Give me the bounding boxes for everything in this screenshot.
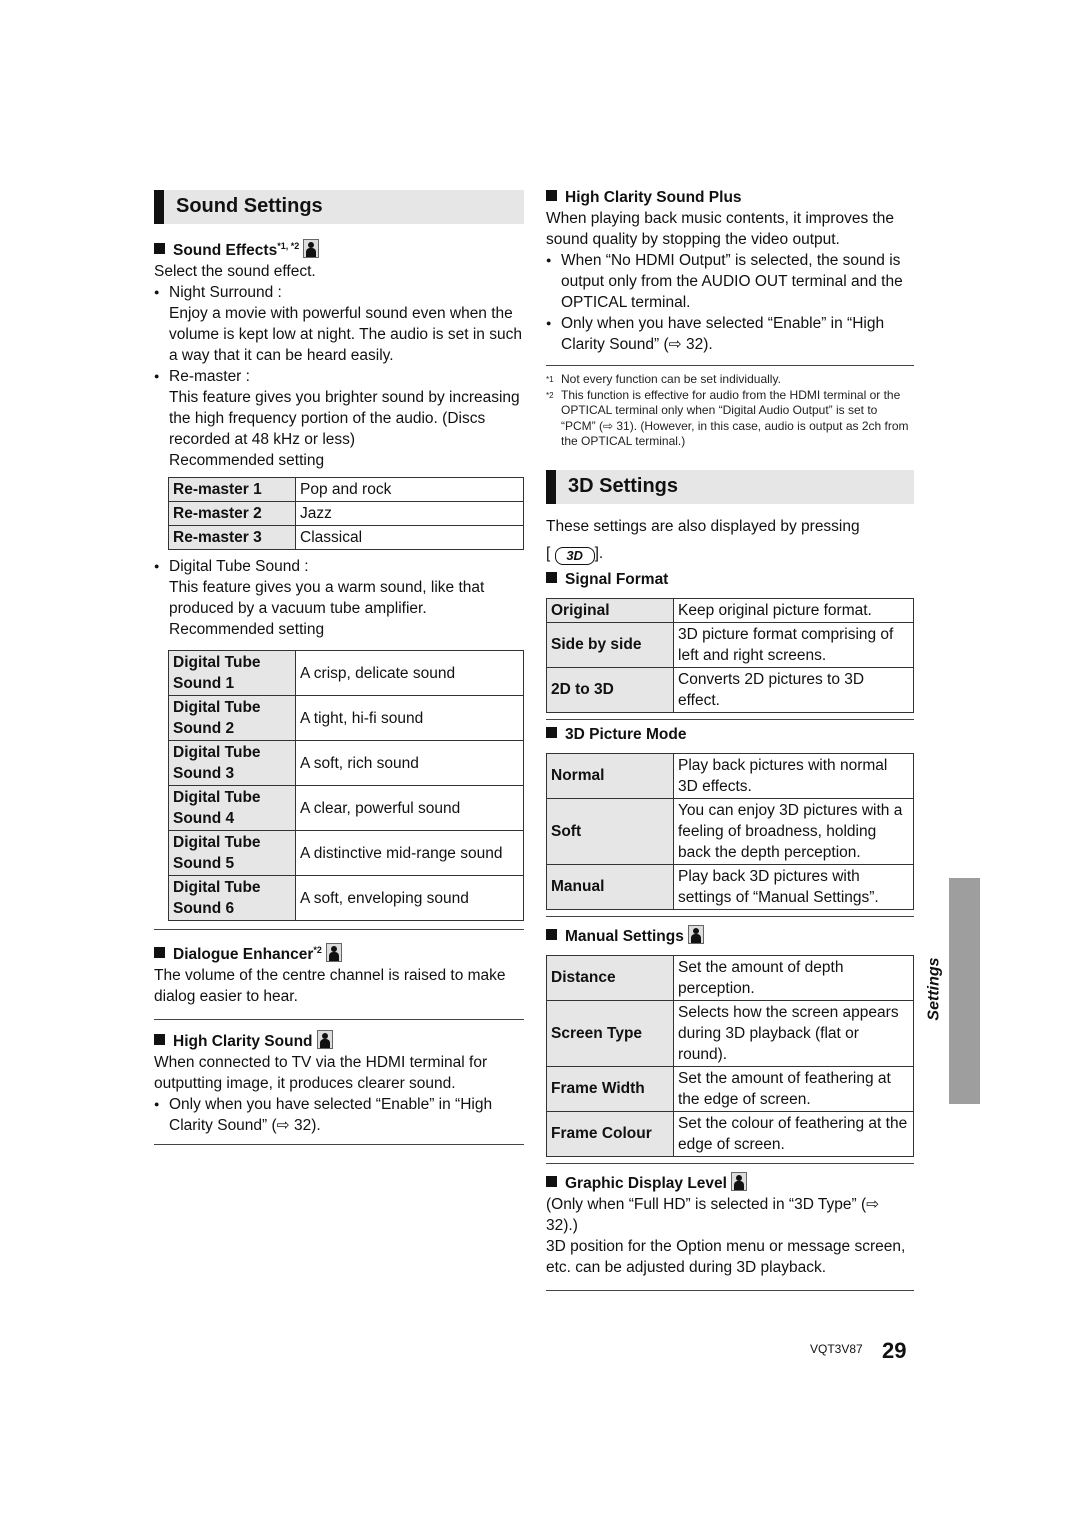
table-row: Digital Tube Sound 2A tight, hi-fi sound [168,695,524,741]
divider [546,915,914,917]
body-text: When playing back music contents, it imp… [546,210,895,248]
table-row: Soft You can enjoy 3D pictures with a fee… [546,797,914,865]
manual-settings-heading: Manual Settings [546,924,914,947]
table-row: Re-master 3 Classical [168,525,524,550]
3d-button-icon: 3D [554,546,595,565]
table-row: Digital Tube Sound 6A soft, enveloping s… [168,875,524,921]
table-row: Re-master 1 Pop and rock [168,477,524,502]
bullet-text: When “No HDMI Output” is selected, the s… [546,250,914,313]
divider [546,1289,914,1291]
square-bullet-icon [546,928,557,940]
manual-settings-table: Distance Set the amount of depth percepti… [546,954,914,1157]
right-column: High Clarity Sound Plus When playing bac… [546,187,914,1301]
model-code: VQT3V87 [810,1342,863,1356]
table-row: Original Keep original picture format. [546,597,914,623]
bullet-label: Night Surround : [154,282,524,303]
high-clarity-sound-plus-heading: High Clarity Sound Plus [546,187,914,208]
person-icon [303,239,320,258]
square-bullet-icon [154,947,165,958]
body-text: Enjoy a movie with powerful sound even w… [169,305,522,364]
body-text: When connected to TV via the HDMI termin… [154,1054,488,1092]
body-text: This feature gives you brighter sound by… [169,389,520,448]
body-text: 3D position for the Option menu or messa… [546,1237,906,1276]
graphic-display-level-heading: Graphic Display Level [546,1171,914,1194]
remaster-table: Re-master 1 Pop and rock Re-master 2 Jazz … [168,477,524,550]
table-row: Normal Play back pictures with normal 3D … [546,752,914,799]
section-title: 3D Settings [568,474,679,497]
body-text: The volume of the centre channel is rais… [154,967,506,1005]
note-text: (Only when “Full HD” is selected in “3D … [546,1195,880,1234]
divider [154,1019,524,1020]
table-row: Digital Tube Sound 5A distinctive mid-ra… [168,830,524,876]
body-text: This feature gives you a warm sound, lik… [169,579,485,617]
person-icon [730,1171,747,1191]
table-row: Distance Set the amount of depth percepti… [546,954,914,1001]
divider [154,1144,524,1145]
side-tab [949,878,980,1104]
divider [154,929,524,930]
digital-tube-table: Digital Tube Sound 1A crisp, delicate so… [168,650,524,921]
footnote: *1 Not every function can be set individu… [546,372,781,386]
table-row: Manual Play back 3D pictures with setting… [546,863,914,910]
table-row: Digital Tube Sound 3A soft, rich sound [168,740,524,786]
square-bullet-icon [546,190,557,201]
person-icon [316,1030,333,1049]
intro-text: These settings are also displayed by pre… [546,517,860,535]
table-row: Frame Colour Set the colour of feathering… [546,1110,914,1157]
3d-picture-mode-heading: 3D Picture Mode [546,724,914,745]
body-text: Recommended setting [169,452,325,469]
dialogue-enhancer-heading: Dialogue Enhancer*2 [154,940,524,965]
table-row: Side by side 3D picture format comprising… [546,621,914,668]
bullet-label: Re-master : [154,366,524,387]
divider [546,365,914,366]
bullet-label: Digital Tube Sound : [154,556,524,577]
section-title: Sound Settings [176,195,323,217]
table-row: Frame Width Set the amount of feathering … [546,1065,914,1112]
person-icon [687,924,704,944]
sound-effects-heading: Sound Effects*1, *2 [154,236,524,261]
bullet-text: Only when you have selected “Enable” in … [546,313,914,355]
footnote: *2 This function is effective for audio f… [546,387,909,449]
signal-format-table: Original Keep original picture format. Si… [546,597,914,713]
square-bullet-icon [154,1034,165,1045]
square-bullet-icon [154,243,165,254]
3d-key-line: [ 3D]. [546,544,604,565]
divider [546,1162,914,1164]
square-bullet-icon [546,571,557,583]
intro-text: Select the sound effect. [154,263,316,280]
square-bullet-icon [546,726,557,738]
divider [546,718,914,720]
left-column: Sound Settings Sound Effects*1, *2 Selec… [154,190,524,1155]
picture-mode-table: Normal Play back pictures with normal 3D … [546,752,914,910]
body-text: Recommended setting [169,621,325,638]
page-number: 29 [882,1338,907,1363]
side-tab-label: Settings [925,957,943,1021]
signal-format-heading: Signal Format [546,569,914,590]
bullet-text: Only when you have selected “Enable” in … [154,1094,524,1136]
person-icon [325,943,342,962]
table-row: Screen Type Selects how the screen appear… [546,999,914,1067]
sound-settings-banner: Sound Settings [154,190,524,224]
table-row: Digital Tube Sound 4A clear, powerful so… [168,785,524,831]
table-row: Re-master 2 Jazz [168,501,524,526]
high-clarity-sound-heading: High Clarity Sound [154,1030,524,1052]
table-row: Digital Tube Sound 1A crisp, delicate so… [168,650,524,696]
3d-settings-banner: 3D Settings [546,469,914,504]
square-bullet-icon [546,1175,557,1187]
table-row: 2D to 3D Converts 2D pictures to 3D effec… [546,666,914,713]
